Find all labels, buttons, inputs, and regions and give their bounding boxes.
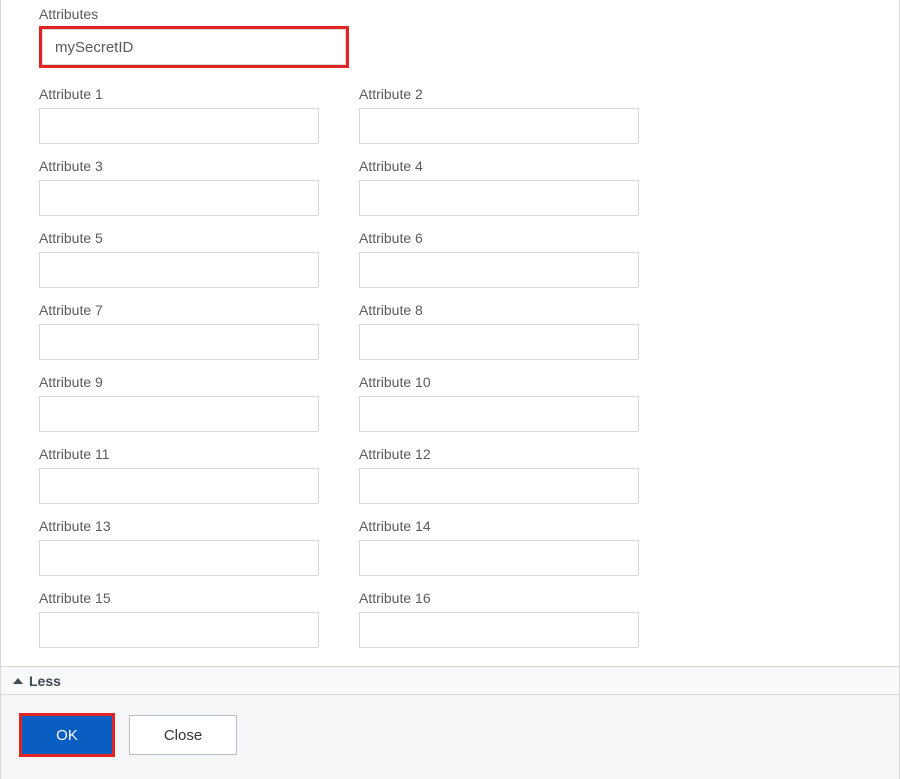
ok-button[interactable]: OK <box>22 716 112 754</box>
attribute-label: Attribute 7 <box>39 302 319 318</box>
attribute-field: Attribute 9 <box>39 374 319 432</box>
primary-attribute-input[interactable] <box>42 29 346 65</box>
section-heading: Attributes <box>39 6 861 22</box>
primary-attribute-highlight <box>39 26 349 68</box>
attribute-input-9[interactable] <box>39 396 319 432</box>
ok-button-highlight: OK <box>19 713 115 757</box>
attribute-input-6[interactable] <box>359 252 639 288</box>
attribute-input-13[interactable] <box>39 540 319 576</box>
attribute-input-10[interactable] <box>359 396 639 432</box>
attribute-label: Attribute 16 <box>359 590 639 606</box>
attribute-field: Attribute 10 <box>359 374 639 432</box>
attribute-label: Attribute 12 <box>359 446 639 462</box>
attribute-field: Attribute 12 <box>359 446 639 504</box>
attribute-field: Attribute 16 <box>359 590 639 648</box>
attribute-label: Attribute 14 <box>359 518 639 534</box>
attributes-grid: Attribute 1 Attribute 2 Attribute 3 Attr… <box>39 86 861 648</box>
attribute-label: Attribute 3 <box>39 158 319 174</box>
attribute-label: Attribute 1 <box>39 86 319 102</box>
attribute-input-7[interactable] <box>39 324 319 360</box>
attribute-field: Attribute 7 <box>39 302 319 360</box>
dialog-footer: OK Close <box>1 694 899 779</box>
attribute-input-3[interactable] <box>39 180 319 216</box>
attribute-input-5[interactable] <box>39 252 319 288</box>
attribute-input-15[interactable] <box>39 612 319 648</box>
attribute-input-2[interactable] <box>359 108 639 144</box>
attribute-field: Attribute 14 <box>359 518 639 576</box>
attribute-field: Attribute 6 <box>359 230 639 288</box>
attribute-input-11[interactable] <box>39 468 319 504</box>
attribute-field: Attribute 13 <box>39 518 319 576</box>
attribute-field: Attribute 11 <box>39 446 319 504</box>
attribute-label: Attribute 13 <box>39 518 319 534</box>
attribute-label: Attribute 10 <box>359 374 639 390</box>
collapse-toggle[interactable]: Less <box>1 666 899 694</box>
attribute-field: Attribute 4 <box>359 158 639 216</box>
attribute-label: Attribute 9 <box>39 374 319 390</box>
attribute-label: Attribute 6 <box>359 230 639 246</box>
attribute-label: Attribute 11 <box>39 446 319 462</box>
attributes-panel: Attributes Attribute 1 Attribute 2 Attri… <box>0 0 900 779</box>
attribute-label: Attribute 8 <box>359 302 639 318</box>
attribute-field: Attribute 2 <box>359 86 639 144</box>
attribute-label: Attribute 15 <box>39 590 319 606</box>
content-area: Attributes Attribute 1 Attribute 2 Attri… <box>1 0 899 666</box>
collapse-label: Less <box>29 673 61 689</box>
attribute-label: Attribute 4 <box>359 158 639 174</box>
attribute-field: Attribute 15 <box>39 590 319 648</box>
attribute-input-14[interactable] <box>359 540 639 576</box>
attribute-input-8[interactable] <box>359 324 639 360</box>
attribute-field: Attribute 8 <box>359 302 639 360</box>
attribute-input-4[interactable] <box>359 180 639 216</box>
attribute-field: Attribute 1 <box>39 86 319 144</box>
attribute-field: Attribute 5 <box>39 230 319 288</box>
close-button[interactable]: Close <box>129 715 237 755</box>
attribute-label: Attribute 2 <box>359 86 639 102</box>
attribute-field: Attribute 3 <box>39 158 319 216</box>
attribute-input-12[interactable] <box>359 468 639 504</box>
attribute-label: Attribute 5 <box>39 230 319 246</box>
caret-up-icon <box>13 678 23 684</box>
attribute-input-1[interactable] <box>39 108 319 144</box>
attribute-input-16[interactable] <box>359 612 639 648</box>
